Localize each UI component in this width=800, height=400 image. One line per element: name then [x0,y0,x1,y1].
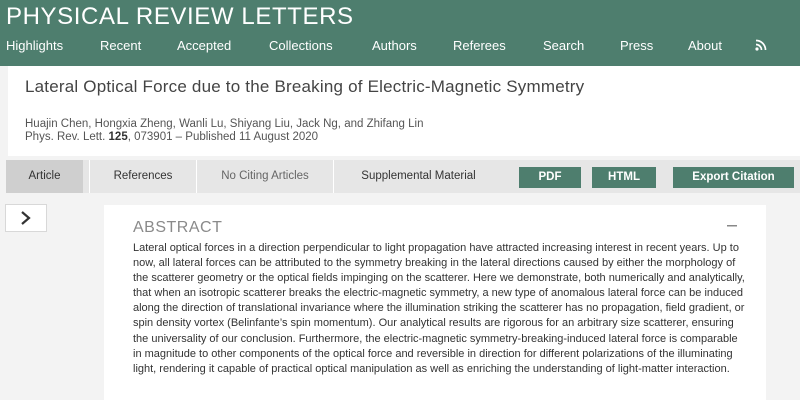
nav-highlights[interactable]: Highlights [6,38,63,53]
main-nav: Highlights Recent Accepted Collections A… [0,36,800,58]
html-button[interactable]: HTML [592,167,656,188]
nav-press[interactable]: Press [620,38,653,53]
abstract-body: Lateral optical forces in a direction pe… [133,242,745,375]
site-header: PHYSICAL REVIEW LETTERS Highlights Recen… [0,0,800,66]
nav-authors[interactable]: Authors [372,38,417,53]
nav-referees[interactable]: Referees [453,38,506,53]
tab-references[interactable]: References [90,160,196,193]
citation-line: Phys. Rev. Lett. 125, 073901 – Published… [25,131,318,143]
article-tabbar: Article References No Citing Articles Su… [6,160,800,193]
rss-icon[interactable] [755,39,767,51]
export-citation-button[interactable]: Export Citation [673,167,794,188]
volume-number: 125 [108,131,128,143]
sidebar-toggle-button[interactable] [5,204,47,232]
tab-citing-articles[interactable]: No Citing Articles [197,160,333,193]
abstract-heading[interactable]: ABSTRACT [133,219,222,237]
nav-recent[interactable]: Recent [100,38,141,53]
nav-search[interactable]: Search [543,38,584,53]
author-list: Huajin Chen, Hongxia Zheng, Wanli Lu, Sh… [25,118,424,130]
nav-collections[interactable]: Collections [269,38,333,53]
chevron-right-icon [21,211,31,225]
article-header: Lateral Optical Force due to the Breakin… [8,66,800,156]
journal-abbrev: Phys. Rev. Lett. [25,131,106,143]
nav-about[interactable]: About [688,38,722,53]
tab-supplemental-material[interactable]: Supplemental Material [334,160,503,193]
collapse-minus-icon[interactable] [727,225,737,227]
tab-article[interactable]: Article [6,160,83,193]
abstract-section: ABSTRACT Lateral optical forces in a dir… [104,205,766,400]
article-number-date: , 073901 – Published 11 August 2020 [127,131,319,143]
nav-accepted[interactable]: Accepted [177,38,231,53]
article-title: Lateral Optical Force due to the Breakin… [25,77,585,96]
journal-logo-title[interactable]: PHYSICAL REVIEW LETTERS [6,3,354,31]
pdf-button[interactable]: PDF [519,167,581,188]
